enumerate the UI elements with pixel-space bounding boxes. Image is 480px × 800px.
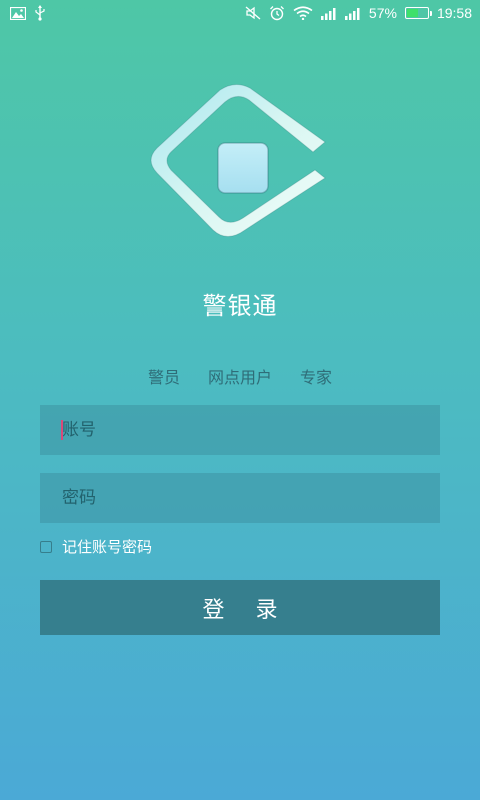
tab-branch-user[interactable]: 网点用户 [208, 364, 272, 388]
password-field[interactable] [40, 473, 440, 523]
battery-percent: 57% [368, 5, 397, 21]
clock: 19:58 [436, 5, 472, 21]
text-cursor [61, 420, 63, 440]
app-title: 警银通 [202, 292, 278, 320]
battery-icon [404, 7, 432, 19]
remember-option[interactable]: 记住账号密码 [40, 536, 152, 557]
signal-icon [344, 7, 361, 20]
remember-label: 记住账号密码 [62, 538, 153, 556]
account-input[interactable] [62, 405, 440, 455]
wifi-icon [293, 6, 313, 20]
alarm-icon [269, 5, 285, 21]
tab-expert[interactable]: 专家 [300, 364, 332, 388]
tab-police[interactable]: 警员 [148, 364, 180, 388]
status-right: 57% 19:58 [245, 5, 472, 21]
login-button[interactable]: 登 录 [40, 580, 440, 635]
image-icon [10, 6, 26, 20]
usb-icon [34, 5, 46, 21]
battery-level [406, 9, 419, 17]
remember-checkbox[interactable] [40, 540, 52, 553]
app-logo [145, 80, 335, 255]
status-bar: 57% 19:58 [0, 0, 480, 26]
account-field[interactable] [40, 405, 440, 455]
mute-icon [245, 6, 261, 20]
status-left [10, 5, 46, 21]
role-tabs: 警员 网点用户 专家 [0, 364, 480, 388]
signal-icon [320, 7, 337, 20]
password-input[interactable] [62, 473, 440, 523]
